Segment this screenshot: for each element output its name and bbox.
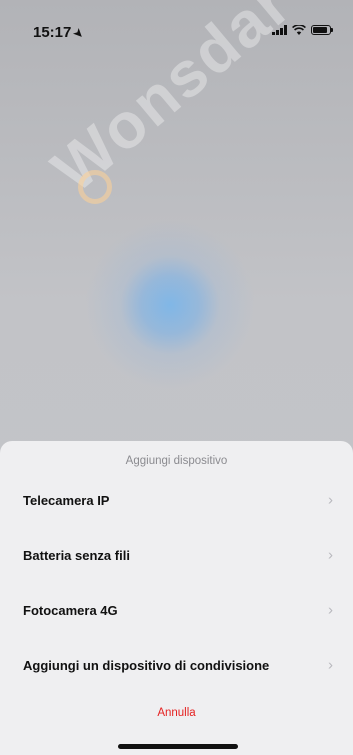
menu-item-label: Fotocamera 4G xyxy=(23,602,118,618)
cancel-button[interactable]: Annulla xyxy=(0,707,353,719)
sheet-title: Aggiungi dispositivo xyxy=(125,455,228,467)
chevron-right-icon: › xyxy=(328,656,333,674)
menu-item-4g-camera[interactable]: Fotocamera 4G › xyxy=(0,589,353,631)
clock: 15:17➤ xyxy=(33,24,87,42)
menu-item-add-shared-device[interactable]: Aggiungi un dispositivo di condivisione … xyxy=(0,644,353,686)
location-arrow-icon: ➤ xyxy=(71,26,87,42)
menu-item-ip-camera[interactable]: Telecamera IP › xyxy=(0,479,353,521)
menu-item-label: Telecamera IP xyxy=(23,492,110,508)
home-indicator[interactable] xyxy=(118,744,238,749)
add-device-action-sheet: Aggiungi dispositivo Telecamera IP › Bat… xyxy=(0,441,353,755)
chevron-right-icon: › xyxy=(328,546,333,564)
watermark-logo-ring xyxy=(78,170,112,204)
scanning-radar-glow xyxy=(70,205,270,405)
battery-icon xyxy=(311,25,333,35)
time-text: 15:17 xyxy=(33,24,72,41)
menu-item-wireless-battery[interactable]: Batteria senza fili › xyxy=(0,534,353,576)
menu-item-label: Batteria senza fili xyxy=(23,547,130,563)
chevron-right-icon: › xyxy=(328,491,333,509)
chevron-right-icon: › xyxy=(328,601,333,619)
menu-item-label: Aggiungi un dispositivo di condivisione xyxy=(23,657,270,673)
